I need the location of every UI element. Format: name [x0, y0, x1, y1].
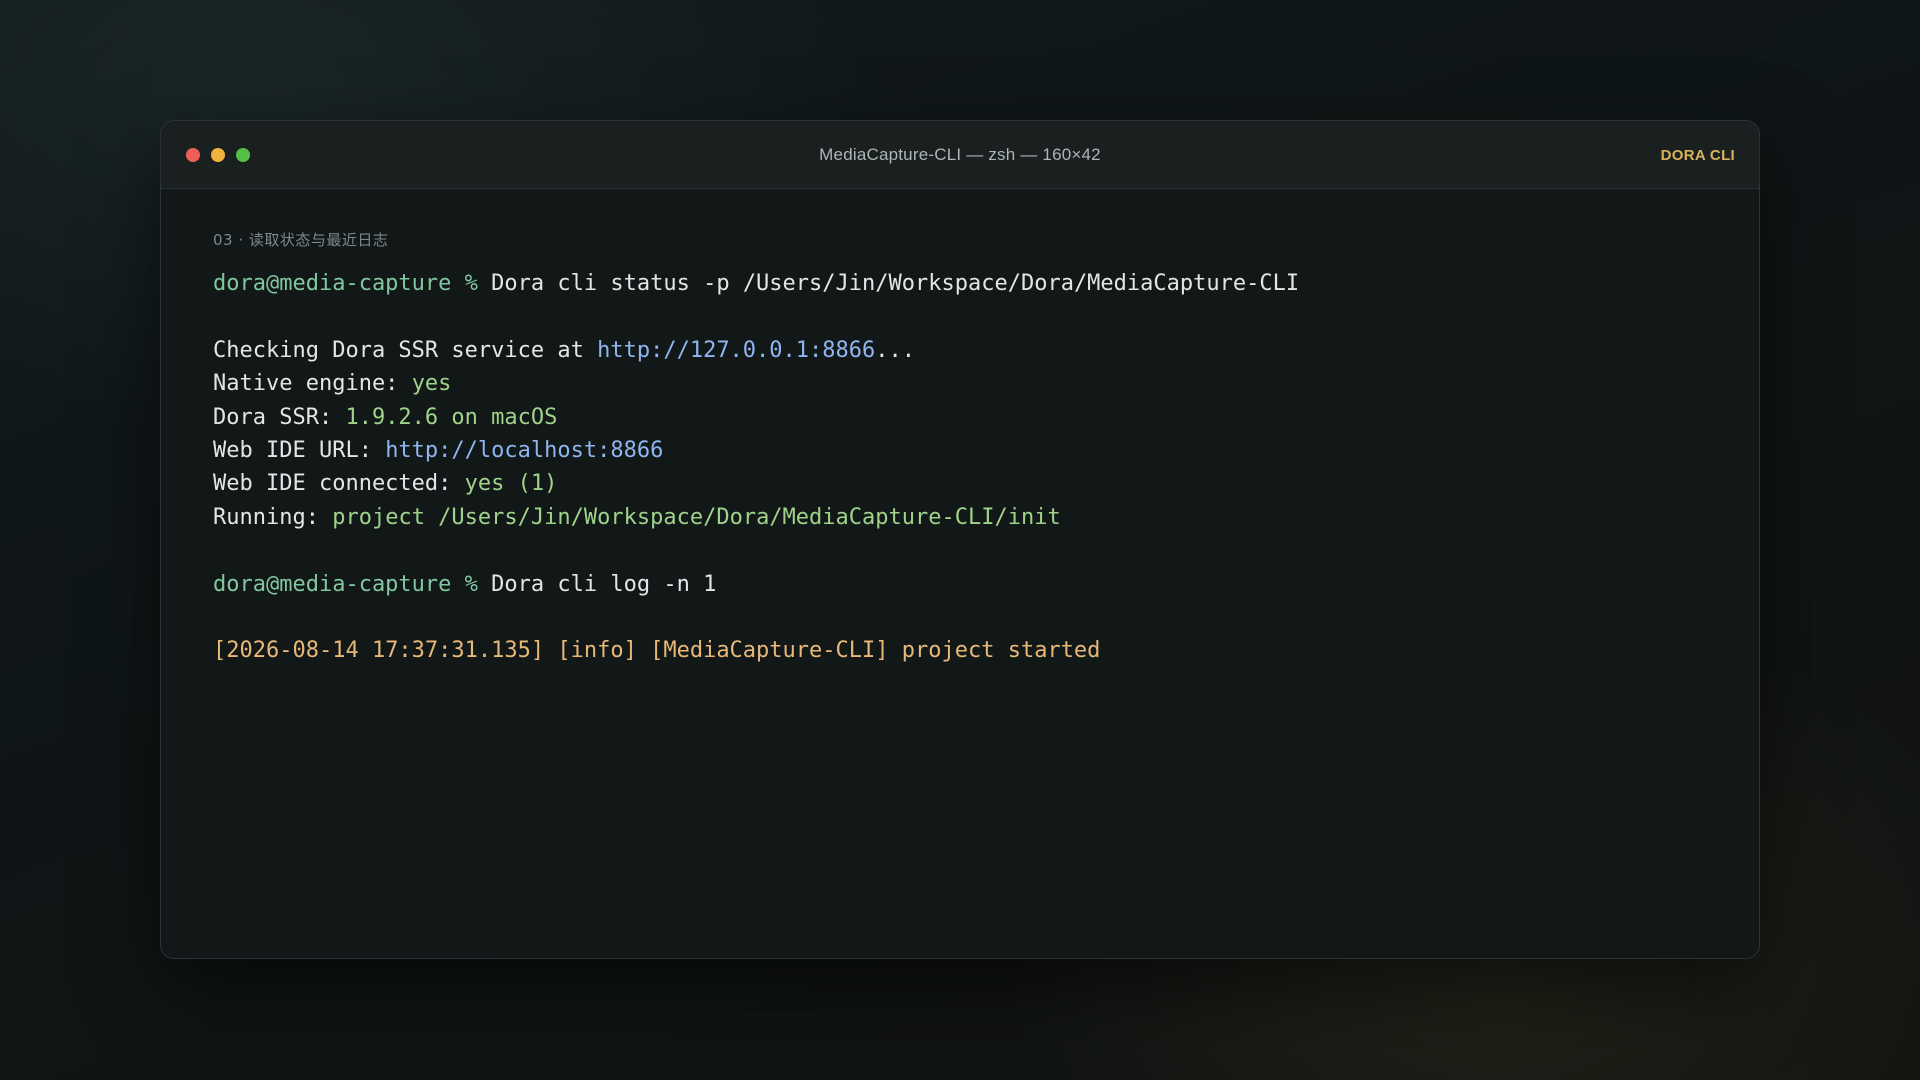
- output-line-web-ide-connected: Web IDE connected: yes (1): [213, 467, 1719, 500]
- output-label: Running:: [213, 504, 333, 530]
- service-url: http://127.0.0.1:8866: [597, 337, 876, 363]
- terminal-output[interactable]: 03 · 读取状态与最近日志 dora@media-capture % Dora…: [213, 229, 1719, 668]
- shell-prompt: dora@media-capture %: [213, 571, 478, 597]
- output-suffix: ...: [875, 337, 916, 363]
- output-line-running: Running: project /Users/Jin/Workspace/Do…: [213, 501, 1719, 534]
- output-label: Dora SSR:: [213, 404, 346, 430]
- window-title: MediaCapture-CLI — zsh — 160×42: [819, 145, 1101, 164]
- command-text: Dora cli status -p /Users/Jin/Workspace/…: [491, 271, 1300, 296]
- output-line-checking: Checking Dora SSR service at http://127.…: [213, 334, 1719, 367]
- output-label: Checking Dora SSR service at: [213, 337, 598, 363]
- output-label: Native engine:: [213, 371, 412, 397]
- command-line: dora@media-capture % Dora cli log -n 1: [213, 568, 1719, 601]
- output-label: Web IDE URL:: [213, 437, 386, 463]
- terminal-window: MediaCapture-CLI — zsh — 160×42 DORA CLI…: [160, 120, 1760, 959]
- output-line-native-engine: Native engine: yes: [213, 367, 1719, 400]
- output-value: yes: [411, 371, 452, 397]
- title-bar: MediaCapture-CLI — zsh — 160×42 DORA CLI: [161, 121, 1759, 189]
- output-value: yes (1): [464, 471, 558, 497]
- output-line-dora-ssr: Dora SSR: 1.9.2.6 on macOS: [213, 401, 1719, 434]
- app-badge: DORA CLI: [1660, 147, 1735, 164]
- output-line-web-ide-url: Web IDE URL: http://localhost:8866: [213, 434, 1719, 467]
- output-label: Web IDE connected:: [213, 471, 465, 497]
- command-line: dora@media-capture % Dora cli status -p …: [213, 267, 1719, 300]
- web-ide-url: http://localhost:8866: [385, 437, 664, 463]
- section-label: 03 · 读取状态与最近日志: [213, 231, 389, 249]
- shell-prompt: dora@media-capture %: [213, 271, 478, 296]
- output-value: project /Users/Jin/Workspace/Dora/MediaC…: [332, 504, 1061, 530]
- log-line: [2026-08-14 17:37:31.135] [info] [MediaC…: [213, 638, 1101, 664]
- command-text: Dora cli log -n 1: [491, 571, 717, 597]
- output-value: 1.9.2.6 on macOS: [345, 404, 558, 430]
